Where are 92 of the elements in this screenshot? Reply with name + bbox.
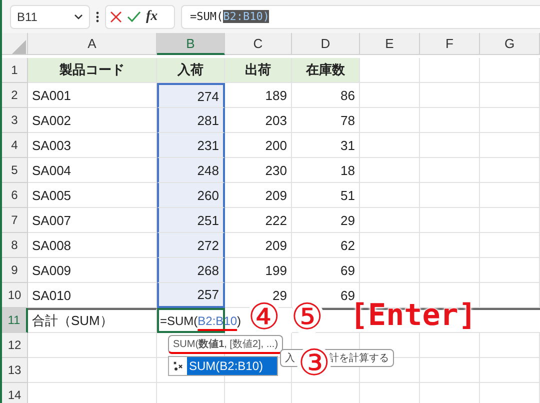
table-cell: 231 [157, 133, 225, 158]
table-cell: 281 [157, 108, 225, 133]
empty-cell [420, 158, 480, 183]
empty-cell [360, 233, 420, 258]
row-header[interactable]: 8 [2, 233, 28, 258]
column-header[interactable]: A [28, 33, 157, 55]
table-cell: 78 [292, 108, 360, 133]
empty-cell [480, 58, 540, 83]
function-icon [171, 359, 185, 373]
name-box[interactable]: B11 [10, 4, 90, 28]
row-header[interactable]: 4 [2, 133, 28, 158]
row-header[interactable]: 13 [2, 358, 28, 383]
table-cell: 248 [157, 158, 225, 183]
column-header[interactable]: C [225, 33, 292, 55]
empty-cell [480, 183, 540, 208]
table-cell: 260 [157, 183, 225, 208]
row-header[interactable]: 2 [2, 83, 28, 108]
empty-cell [360, 83, 420, 108]
table-cell: 62 [292, 233, 360, 258]
table-cell: 268 [157, 258, 225, 283]
empty-cell [360, 208, 420, 233]
column-header[interactable]: F [420, 33, 480, 55]
empty-cell [480, 208, 540, 233]
empty-cell [480, 258, 540, 283]
empty-cell [420, 233, 480, 258]
row-header[interactable]: 11 [2, 308, 28, 333]
empty-cell [480, 158, 540, 183]
table-cell: 230 [225, 158, 292, 183]
row-header[interactable]: 5 [2, 158, 28, 183]
empty-cell [420, 108, 480, 133]
table-cell: 189 [225, 83, 292, 108]
empty-cell [480, 133, 540, 158]
table-cell: 257 [157, 283, 225, 308]
column-header[interactable]: E [360, 33, 420, 55]
table-cell: 合計（SUM） [28, 308, 157, 333]
column-header[interactable]: G [480, 33, 540, 55]
check-icon[interactable] [127, 10, 141, 22]
empty-cell [420, 358, 480, 383]
empty-cell [480, 83, 540, 108]
empty-cell [480, 333, 540, 358]
table-cell: 69 [292, 258, 360, 283]
table-cell: 209 [225, 233, 292, 258]
table-cell: 209 [225, 183, 292, 208]
table-cell: 199 [225, 258, 292, 283]
table-cell: 274 [157, 83, 225, 108]
empty-cell [360, 108, 420, 133]
row-header[interactable]: 6 [2, 183, 28, 208]
suggestion-item[interactable]: SUM(B2:B10) [187, 357, 277, 375]
table-cell: 272 [157, 233, 225, 258]
empty-cell [420, 58, 480, 83]
row-header[interactable]: 9 [2, 258, 28, 283]
column-header[interactable]: D [292, 33, 360, 55]
empty-cell [420, 83, 480, 108]
table-cell: 入荷 [157, 58, 225, 83]
empty-cell [480, 358, 540, 383]
row-header[interactable]: 3 [2, 108, 28, 133]
empty-cell [420, 333, 480, 358]
row-header[interactable]: 12 [2, 333, 28, 358]
syntax-tooltip: SUM(数値1, [数値2], ...) [168, 335, 284, 354]
empty-cell [420, 183, 480, 208]
empty-cell [420, 133, 480, 158]
insert-function-button[interactable]: fx [146, 8, 158, 24]
empty-cell [480, 233, 540, 258]
row-header[interactable]: 7 [2, 208, 28, 233]
column-header[interactable]: B [157, 33, 225, 55]
formula-field[interactable]: =SUM(B2:B10) [181, 4, 540, 28]
row-header[interactable]: 10 [2, 283, 28, 308]
empty-cell [480, 283, 540, 308]
empty-cell [480, 108, 540, 133]
empty-cell [360, 158, 420, 183]
table-cell: 31 [292, 133, 360, 158]
table-cell: 203 [225, 108, 292, 133]
table-cell: 製品コード [28, 58, 157, 83]
table-cell: 251 [157, 208, 225, 233]
more-icon[interactable] [96, 10, 99, 22]
table-cell: 出荷 [225, 58, 292, 83]
caret-icon [74, 14, 83, 20]
table-cell: 200 [225, 133, 292, 158]
table-cell: 51 [292, 183, 360, 208]
empty-cell [420, 258, 480, 283]
cancel-icon[interactable] [110, 10, 122, 22]
empty-cell [360, 258, 420, 283]
row-header[interactable]: 1 [2, 58, 28, 83]
empty-cell [420, 208, 480, 233]
empty-cell [360, 183, 420, 208]
empty-cell [360, 133, 420, 158]
table-cell: 29 [292, 208, 360, 233]
table-cell: 222 [225, 208, 292, 233]
table-cell: 在庫数 [292, 58, 360, 83]
table-cell: 86 [292, 83, 360, 108]
table-cell: 18 [292, 158, 360, 183]
row-header[interactable]: 14 [2, 383, 28, 403]
